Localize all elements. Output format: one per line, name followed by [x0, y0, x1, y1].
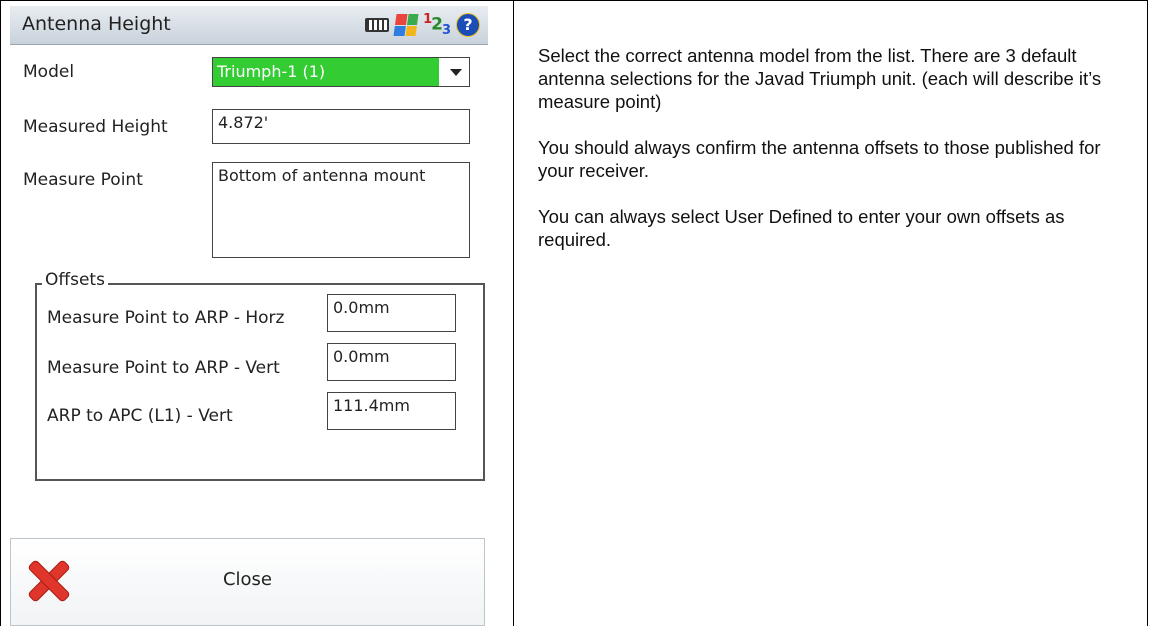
instruction-paragraph: You should always confirm the antenna of… [538, 137, 1101, 181]
offsets-legend: Offsets [42, 270, 108, 290]
window-title: Antenna Height [22, 13, 171, 35]
instruction-paragraph: You can always select User Defined to en… [538, 206, 1065, 250]
model-selected-value: Triumph-1 (1) [213, 58, 439, 86]
instruction-paragraph: Select the correct antenna model from th… [538, 45, 1102, 112]
offset-field-vert[interactable]: 0.0mm [327, 343, 456, 381]
model-dropdown[interactable]: Triumph-1 (1) [212, 57, 470, 87]
tray-icons: 123 ? [365, 11, 480, 39]
measured-height-label: Measured Height [23, 117, 168, 137]
column-divider [513, 0, 514, 626]
offset-label-horz: Measure Point to ARP - Horz [47, 308, 285, 328]
help-icon[interactable]: ? [456, 13, 480, 37]
measure-point-field[interactable]: Bottom of antenna mount [212, 162, 470, 258]
device-screen: Antenna Height 123 ? Model Triumph-1 (1)… [10, 6, 488, 626]
offset-field-horz[interactable]: 0.0mm [327, 294, 456, 332]
model-label: Model [23, 62, 75, 82]
keyboard-icon[interactable] [365, 18, 390, 32]
input-mode-icon[interactable]: 123 [423, 12, 451, 38]
chevron-down-icon[interactable] [450, 69, 462, 76]
offset-label-apc: ARP to APC (L1) - Vert [47, 406, 233, 426]
title-bar: Antenna Height 123 ? [10, 6, 488, 45]
windows-flag-icon[interactable] [393, 14, 419, 36]
measure-point-label: Measure Point [23, 170, 143, 190]
offset-field-apc[interactable]: 111.4mm [327, 392, 456, 430]
measured-height-field[interactable]: 4.872' [212, 109, 470, 144]
close-button[interactable]: Close [10, 538, 485, 626]
instructions-panel: Select the correct antenna model from th… [538, 44, 1138, 274]
close-button-label: Close [222, 569, 273, 590]
offset-label-vert: Measure Point to ARP - Vert [47, 358, 280, 378]
